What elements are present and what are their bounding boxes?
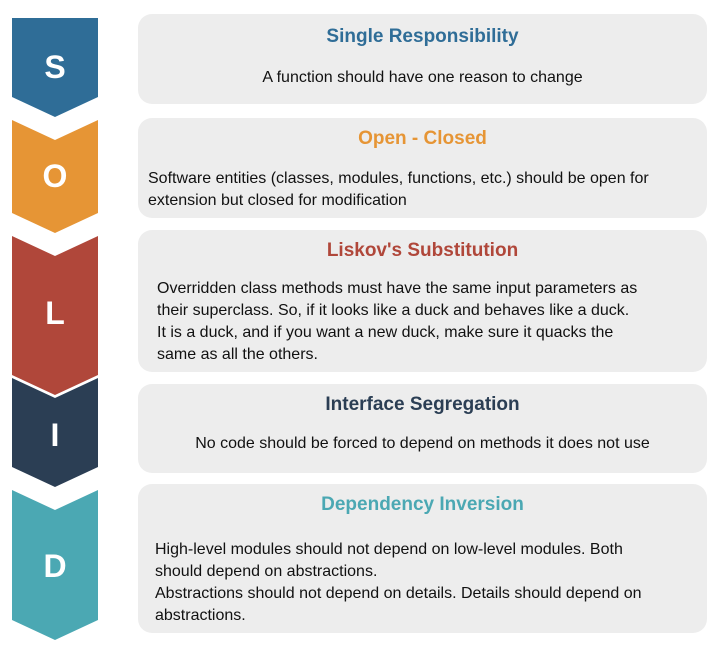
- description-line: abstractions.: [155, 607, 246, 624]
- description-line: should depend on abstractions.: [155, 563, 378, 580]
- description-line: Overridden class methods must have the s…: [157, 280, 638, 297]
- description-line: No code should be forced to depend on me…: [195, 435, 650, 452]
- description-line: extension but closed for modification: [148, 192, 407, 209]
- solid-arrow-column: S O L I D: [12, 18, 98, 640]
- description-line: It is a duck, and if you want a new duck…: [157, 324, 614, 341]
- principle-description: Software entities (classes, modules, fun…: [148, 168, 701, 212]
- principle-card-dependency-inversion: Dependency Inversion High-level modules …: [138, 484, 707, 633]
- principle-description: A function should have one reason to cha…: [138, 67, 707, 89]
- description-line: High-level modules should not depend on …: [155, 541, 623, 558]
- letter-d: D: [43, 548, 66, 584]
- principle-title: Interface Segregation: [325, 394, 520, 415]
- principle-description: No code should be forced to depend on me…: [138, 433, 707, 455]
- principle-title: Liskov's Substitution: [326, 240, 519, 261]
- description-line: Software entities (classes, modules, fun…: [148, 170, 649, 187]
- description-line: A function should have one reason to cha…: [262, 69, 583, 86]
- principle-card-liskov-substitution: Liskov's Substitution Overridden class m…: [138, 230, 707, 372]
- principle-title: Dependency Inversion: [321, 494, 524, 515]
- principle-card-interface-segregation: Interface Segregation No code should be …: [138, 384, 707, 473]
- description-line: their superclass. So, if it looks like a…: [157, 302, 630, 319]
- description-line: same as all the others.: [157, 346, 318, 363]
- principle-title: Open - Closed: [358, 128, 487, 149]
- letter-i: I: [51, 417, 60, 453]
- letter-s: S: [44, 49, 65, 85]
- principle-title: Single Responsibility: [326, 26, 519, 47]
- principle-description: Overridden class methods must have the s…: [157, 278, 697, 366]
- principle-description: High-level modules should not depend on …: [155, 539, 699, 627]
- principle-card-single-responsibility: Single Responsibility A function should …: [138, 14, 707, 104]
- letter-o: O: [43, 158, 68, 194]
- description-line: Abstractions should not depend on detail…: [155, 585, 642, 602]
- principle-card-open-closed: Open - Closed Software entities (classes…: [138, 118, 707, 218]
- letter-l: L: [45, 295, 65, 331]
